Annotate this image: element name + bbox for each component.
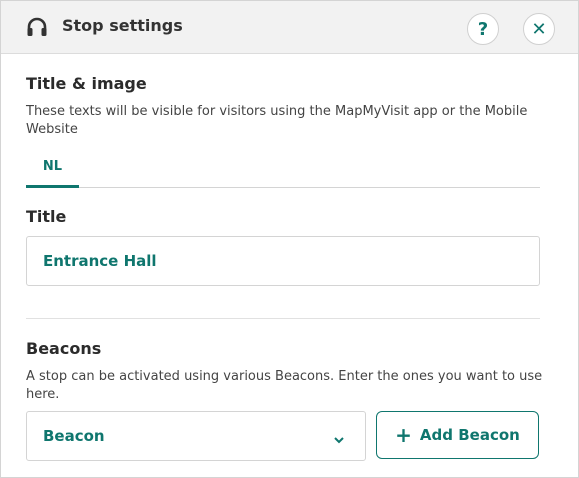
panel-header: Stop settings ? ✕: [1, 1, 578, 54]
title-input[interactable]: Entrance Hall: [26, 236, 540, 286]
title-field-label: Title: [26, 207, 67, 226]
beacons-description: A stop can be activated using various Be…: [26, 369, 543, 402]
chevron-down-icon: [333, 431, 345, 444]
plus-icon: +: [395, 423, 412, 447]
beacon-select[interactable]: Beacon: [26, 411, 366, 461]
close-icon: ✕: [531, 18, 547, 40]
title-image-description: These texts will be visible for visitors…: [26, 104, 528, 137]
add-beacon-button[interactable]: + Add Beacon: [376, 411, 539, 459]
add-beacon-label: Add Beacon: [419, 426, 520, 444]
section-divider: [26, 318, 540, 319]
beacon-select-value: Beacon: [43, 427, 105, 445]
beacons-heading: Beacons: [26, 339, 102, 358]
stop-settings-panel: Stop settings ? ✕ Title & image These te…: [0, 0, 579, 478]
help-icon: ?: [477, 18, 489, 40]
help-button[interactable]: ?: [467, 13, 499, 45]
tab-nl[interactable]: NL: [26, 152, 79, 188]
language-tabs: NL: [26, 152, 540, 188]
close-button[interactable]: ✕: [523, 13, 555, 45]
panel-title: Stop settings: [62, 16, 183, 35]
headphones-icon: [25, 15, 49, 39]
title-image-heading: Title & image: [26, 74, 147, 93]
